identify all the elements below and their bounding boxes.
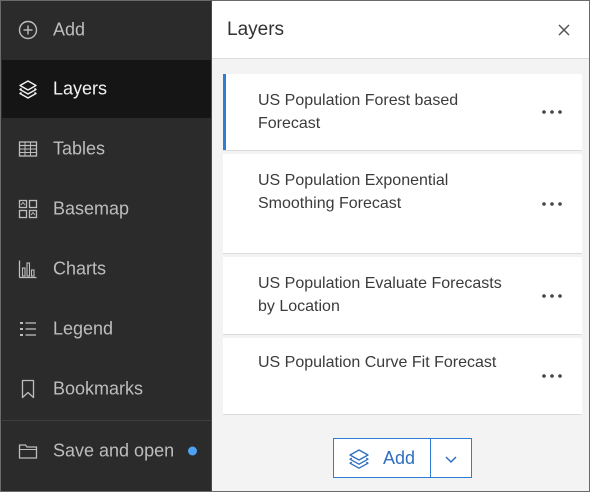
layer-title: US Population Curve Fit Forecast <box>258 354 497 371</box>
layer-item[interactable]: US Population Evaluate Forecasts by Loca… <box>223 257 582 335</box>
bookmark-icon <box>21 379 35 399</box>
sidebar-item-bookmarks[interactable]: Bookmarks <box>2 360 211 418</box>
sidebar-item-tables[interactable]: Tables <box>2 120 211 178</box>
sidebar-item-add[interactable]: Add <box>2 1 211 59</box>
add-layer-split-button: Add <box>333 438 472 478</box>
layers-icon <box>19 80 37 99</box>
sidebar-item-label: Layers <box>53 78 108 99</box>
sidebar-item-label: Save and open <box>53 440 175 461</box>
table-icon <box>18 141 38 157</box>
layer-title: US Population Exponential Smoothing Fore… <box>258 172 449 212</box>
unsaved-indicator-dot <box>188 446 197 456</box>
add-layer-label: Add <box>383 448 416 468</box>
sidebar: Add Layers Tables Basemap Charts Legend … <box>0 0 211 492</box>
folder-icon <box>18 444 38 459</box>
chart-icon <box>18 260 37 279</box>
sidebar-item-label: Add <box>53 19 86 40</box>
panel-title: Layers <box>227 19 285 40</box>
sidebar-item-label: Tables <box>53 138 106 159</box>
more-options-icon[interactable] <box>539 286 565 306</box>
layers-icon <box>349 449 369 469</box>
sidebar-item-label: Charts <box>53 258 107 279</box>
basemap-icon <box>18 199 38 219</box>
more-options-icon[interactable] <box>539 194 565 214</box>
legend-icon <box>20 322 36 336</box>
sidebar-item-legend[interactable]: Legend <box>2 300 211 358</box>
more-options-icon[interactable] <box>539 102 565 122</box>
sidebar-item-label: Legend <box>53 318 114 339</box>
sidebar-item-basemap[interactable]: Basemap <box>2 180 211 238</box>
layer-title: US Population Forest based Forecast <box>258 92 459 132</box>
add-layer-dropdown-button[interactable] <box>431 439 471 477</box>
layers-panel: Layers US Population Forest based Foreca… <box>211 0 590 492</box>
sidebar-item-label: Basemap <box>53 198 130 219</box>
panel-footer: Add <box>212 427 589 491</box>
sidebar-item-label: Bookmarks <box>53 378 144 399</box>
layer-item[interactable]: US Population Exponential Smoothing Fore… <box>223 154 582 254</box>
layer-item[interactable]: US Population Curve Fit Forecast <box>223 338 582 415</box>
chevron-down-icon <box>445 456 457 464</box>
layer-item[interactable]: US Population Forest based Forecast <box>223 74 582 151</box>
add-layer-button[interactable]: Add <box>334 439 431 477</box>
close-icon[interactable] <box>551 17 577 43</box>
panel-header: Layers <box>212 1 589 59</box>
plus-circle-icon <box>18 20 38 40</box>
sidebar-item-charts[interactable]: Charts <box>2 240 211 298</box>
layer-title: US Population Evaluate Forecasts by Loca… <box>258 275 502 315</box>
sidebar-item-layers[interactable]: Layers <box>2 60 211 118</box>
more-options-icon[interactable] <box>539 366 565 386</box>
sidebar-item-save-and-open[interactable]: Save and open <box>2 421 211 481</box>
